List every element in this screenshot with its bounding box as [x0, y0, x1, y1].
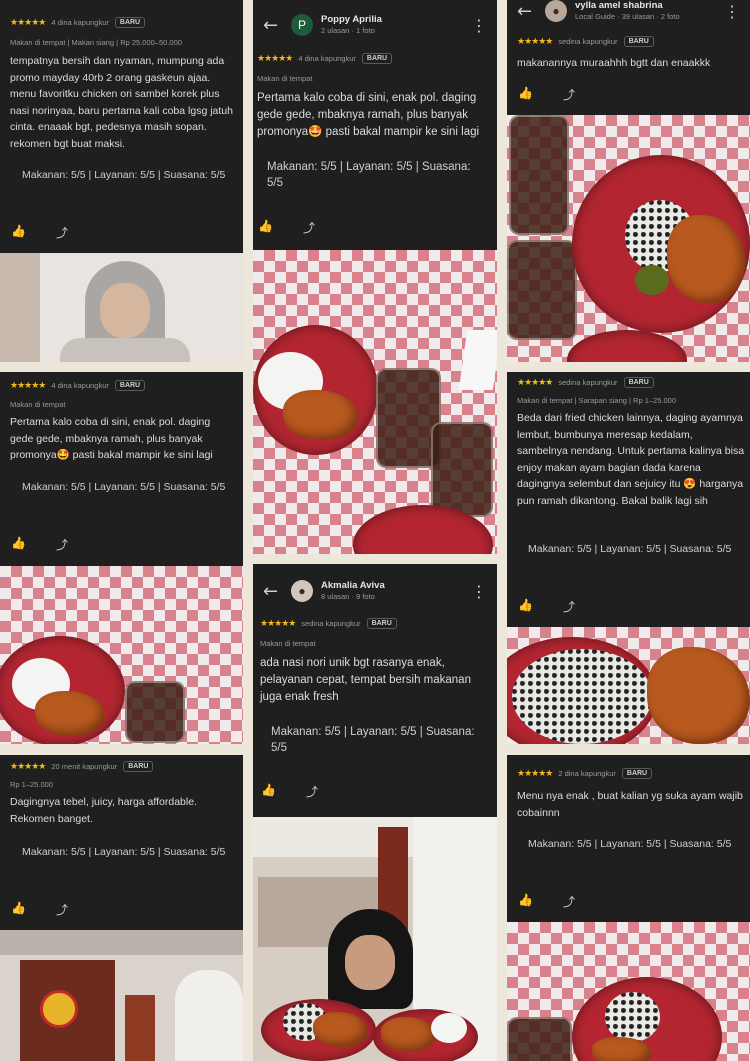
back-arrow-icon[interactable]: ←: [263, 581, 283, 602]
new-badge: BARU: [114, 17, 146, 28]
review-card-6: ← ● Akmalia Aviva 8 ulasan · 9 foto ⋮ ★★…: [253, 564, 497, 817]
review-time: sedina kapungkur: [558, 37, 618, 46]
review-photo-diner[interactable]: [253, 817, 497, 1061]
review-time: 2 dina kapungkur: [558, 769, 616, 778]
reviewer-meta: 2 ulasan · 1 foto: [321, 26, 375, 35]
share-icon[interactable]: ⤴: [303, 219, 315, 236]
more-options-icon[interactable]: ⋮: [724, 2, 740, 21]
review-photo-food[interactable]: [507, 922, 750, 1061]
review-card-5: ★★★★★ sedina kapungkur BARU Makan di tem…: [507, 372, 750, 627]
share-icon[interactable]: ⤴: [563, 893, 575, 910]
new-badge: BARU: [621, 768, 653, 779]
review-text: tempatnya bersih dan nyaman, mumpung ada…: [10, 55, 233, 150]
visit-info: Makan di tempat: [257, 74, 313, 83]
share-icon[interactable]: ⤴: [563, 86, 575, 103]
back-arrow-icon[interactable]: ←: [517, 1, 537, 22]
review-time: 20 menit kapungkur: [51, 762, 118, 771]
new-badge: BARU: [623, 377, 654, 388]
review-scores: Makanan: 5/5 | Layanan: 5/5 | Suasana: 5…: [22, 846, 226, 858]
visit-info: Makan di tempat: [260, 639, 316, 648]
review-card-1: ★★★★★ 4 dina kapungkur BARU Makan di tem…: [0, 0, 243, 253]
share-icon[interactable]: ⤴: [563, 598, 575, 615]
star-rating: ★★★★★: [517, 36, 553, 47]
reviewer-name[interactable]: vylla amel shabrina: [575, 0, 680, 12]
review-scores: Makanan: 5/5 | Layanan: 5/5 | Suasana: 5…: [528, 838, 732, 850]
review-photo-storefront[interactable]: [0, 930, 243, 1061]
new-badge: BARU: [123, 761, 154, 772]
review-text: Dagingnya tebel, juicy, harga affordable…: [10, 796, 197, 825]
new-badge: BARU: [114, 380, 146, 391]
review-photo-food[interactable]: [507, 115, 750, 362]
review-time: 4 dina kapungkur: [51, 18, 109, 27]
review-text: Pertama kalo coba di sini, enak pol. dag…: [10, 416, 213, 461]
share-icon[interactable]: ⤴: [306, 783, 318, 800]
avatar[interactable]: ●: [291, 580, 313, 602]
reviewer-name[interactable]: Akmalia Aviva: [321, 580, 385, 592]
review-text: makanannya muraahhh bgtt dan enaakkk: [517, 57, 711, 69]
review-photo-food[interactable]: [0, 566, 243, 744]
review-card-3: ← ● vylla amel shabrina Local Guide · 39…: [507, 0, 750, 115]
avatar[interactable]: P: [291, 14, 313, 36]
like-icon[interactable]: 👍: [11, 901, 26, 918]
review-text: Pertama kalo coba di sini, enak pol. dag…: [257, 92, 480, 138]
avatar[interactable]: ●: [545, 0, 567, 22]
review-text: Beda dari fried chicken lainnya, daging …: [517, 412, 745, 507]
review-time: 4 dina kapungkur: [298, 54, 356, 63]
review-scores: Makanan: 5/5 | Layanan: 5/5 | Suasana: 5…: [22, 481, 226, 493]
reviewer-meta: 8 ulasan · 9 foto: [321, 592, 375, 601]
visit-info: Makan di tempat: [10, 400, 66, 409]
more-options-icon[interactable]: ⋮: [471, 582, 487, 601]
review-card-2: ← P Poppy Aprilia 2 ulasan · 1 foto ⋮ ★★…: [253, 0, 497, 250]
star-rating: ★★★★★: [517, 768, 553, 779]
new-badge: BARU: [361, 53, 393, 64]
reviewer-meta: Local Guide · 39 ulasan · 2 foto: [575, 12, 680, 21]
review-scores: Makanan: 5/5 | Layanan: 5/5 | Suasana: 5…: [22, 169, 226, 181]
review-scores: Makanan: 5/5 | Layanan: 5/5 | Suasana: 5…: [267, 161, 471, 189]
review-card-8: ★★★★★ 2 dina kapungkur BARU Menu nya ena…: [507, 755, 750, 922]
review-scores: Makanan: 5/5 | Layanan: 5/5 | Suasana: 5…: [271, 726, 475, 754]
review-card-4: ★★★★★ 4 dina kapungkur BARU Makan di tem…: [0, 372, 243, 566]
like-icon[interactable]: 👍: [518, 86, 533, 103]
review-photo-food[interactable]: [253, 250, 497, 554]
back-arrow-icon[interactable]: ←: [263, 15, 283, 36]
star-rating: ★★★★★: [10, 761, 46, 772]
star-rating: ★★★★★: [10, 17, 46, 28]
review-photo-food[interactable]: [507, 627, 750, 744]
visit-info: Makan di tempat | Sarapan siang | Rp 1–2…: [517, 396, 676, 405]
review-text: Menu nya enak , buat kalian yg suka ayam…: [517, 790, 743, 819]
visit-info: Makan di tempat | Makan siang | Rp 25.00…: [10, 38, 182, 47]
star-rating: ★★★★★: [257, 53, 293, 64]
review-scores: Makanan: 5/5 | Layanan: 5/5 | Suasana: 5…: [528, 543, 732, 555]
more-options-icon[interactable]: ⋮: [471, 16, 487, 35]
review-card-7: ★★★★★ 20 menit kapungkur BARU Rp 1–25.00…: [0, 755, 243, 930]
star-rating: ★★★★★: [260, 618, 296, 629]
share-icon[interactable]: ⤴: [56, 224, 68, 241]
review-time: sedina kapungkur: [558, 378, 618, 387]
share-icon[interactable]: ⤴: [56, 901, 68, 918]
new-badge: BARU: [623, 36, 654, 47]
star-rating: ★★★★★: [10, 380, 46, 391]
like-icon[interactable]: 👍: [258, 219, 273, 236]
review-time: sedina kapungkur: [301, 619, 361, 628]
like-icon[interactable]: 👍: [11, 224, 26, 241]
review-text: ada nasi nori unik bgt rasanya enak, pel…: [260, 657, 471, 703]
like-icon[interactable]: 👍: [518, 598, 533, 615]
review-photo-woman[interactable]: [0, 253, 243, 362]
star-rating: ★★★★★: [517, 377, 553, 388]
like-icon[interactable]: 👍: [518, 893, 533, 910]
new-badge: BARU: [366, 618, 397, 629]
reviewer-name[interactable]: Poppy Aprilia: [321, 14, 382, 26]
like-icon[interactable]: 👍: [11, 536, 26, 553]
share-icon[interactable]: ⤴: [56, 536, 68, 553]
price-info: Rp 1–25.000: [10, 780, 53, 789]
like-icon[interactable]: 👍: [261, 783, 276, 800]
rating-row: ★★★★★ 4 dina kapungkur BARU: [10, 17, 146, 28]
review-time: 4 dina kapungkur: [51, 381, 109, 390]
